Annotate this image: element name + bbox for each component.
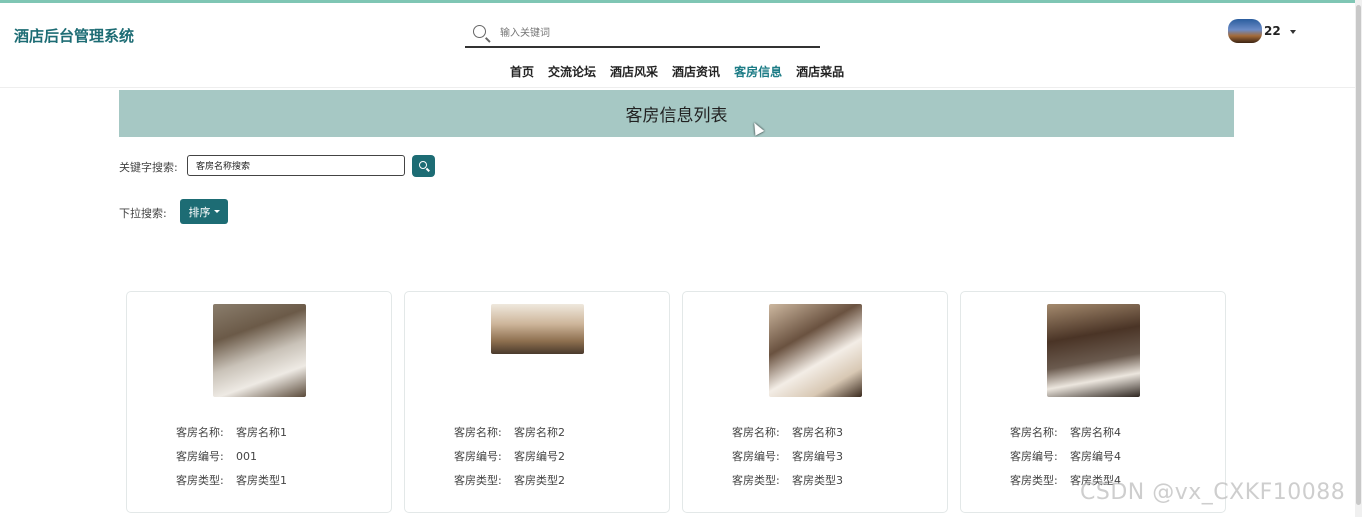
room-type-label: 客房类型:: [1010, 474, 1058, 487]
room-type-row: 客房类型: 客房类型1: [176, 472, 287, 488]
room-image[interactable]: [213, 304, 306, 397]
room-number-label: 客房编号:: [454, 450, 502, 463]
main-nav: 首页 交流论坛 酒店风采 酒店资讯 客房信息 酒店菜品: [510, 63, 844, 81]
nav-item-hotel-news[interactable]: 酒店资讯: [672, 63, 720, 81]
nav-item-room-info[interactable]: 客房信息: [734, 63, 782, 81]
room-number-label: 客房编号:: [176, 450, 224, 463]
room-number-value: 客房编号3: [792, 450, 843, 463]
room-number-row: 客房编号: 客房编号3: [732, 448, 843, 464]
room-image[interactable]: [491, 304, 584, 354]
room-type-label: 客房类型:: [176, 474, 224, 487]
page-title: 客房信息列表: [625, 106, 728, 126]
avatar[interactable]: [1228, 19, 1262, 43]
keyword-search-button[interactable]: [412, 155, 435, 177]
room-card[interactable]: 客房名称: 客房名称1 客房编号: 001 客房类型: 客房类型1: [126, 291, 392, 513]
room-name-row: 客房名称: 客房名称1: [176, 424, 287, 440]
search-icon[interactable]: [473, 25, 486, 38]
search-bar: [465, 20, 820, 48]
room-name-row: 客房名称: 客房名称3: [732, 424, 843, 440]
room-card[interactable]: 客房名称: 客房名称3 客房编号: 客房编号3 客房类型: 客房类型3: [682, 291, 948, 513]
chevron-down-icon[interactable]: [1290, 30, 1296, 34]
nav-item-hotel-dishes[interactable]: 酒店菜品: [796, 63, 844, 81]
room-image[interactable]: [1047, 304, 1140, 397]
keyword-search-label: 关键字搜索:: [119, 161, 178, 174]
room-number-value: 客房编号2: [514, 450, 565, 463]
room-name-label: 客房名称:: [454, 426, 502, 439]
sort-button-label: 排序: [188, 205, 211, 219]
nav-item-home[interactable]: 首页: [510, 63, 534, 81]
room-type-label: 客房类型:: [732, 474, 780, 487]
room-card[interactable]: 客房名称: 客房名称2 客房编号: 客房编号2 客房类型: 客房类型2: [404, 291, 670, 513]
caret-down-icon: [213, 210, 220, 213]
room-type-row: 客房类型: 客房类型3: [732, 472, 843, 488]
username[interactable]: 22: [1264, 24, 1281, 38]
room-name-label: 客房名称:: [1010, 426, 1058, 439]
page-banner: 客房信息列表: [119, 90, 1234, 137]
room-type-value: 客房类型1: [236, 474, 287, 487]
room-number-label: 客房编号:: [1010, 450, 1058, 463]
room-number-value: 客房编号4: [1070, 450, 1121, 463]
room-number-row: 客房编号: 客房编号2: [454, 448, 565, 464]
keyword-search-input[interactable]: [187, 155, 405, 176]
room-number-row: 客房编号: 001: [176, 448, 257, 464]
search-input[interactable]: [498, 23, 802, 43]
room-name-row: 客房名称: 客房名称4: [1010, 424, 1121, 440]
room-type-value: 客房类型3: [792, 474, 843, 487]
room-number-label: 客房编号:: [732, 450, 780, 463]
room-image[interactable]: [769, 304, 862, 397]
room-name-value: 客房名称3: [792, 426, 843, 439]
search-icon: [419, 161, 427, 169]
header: 酒店后台管理系统 22 首页 交流论坛 酒店风采 酒店资讯 客房信息 酒店菜品: [0, 3, 1362, 88]
room-number-value: 001: [236, 450, 257, 463]
room-name-label: 客房名称:: [732, 426, 780, 439]
room-number-row: 客房编号: 客房编号4: [1010, 448, 1121, 464]
room-name-value: 客房名称1: [236, 426, 287, 439]
watermark: CSDN @vx_CXKF10088: [1080, 480, 1346, 505]
room-type-label: 客房类型:: [454, 474, 502, 487]
room-name-row: 客房名称: 客房名称2: [454, 424, 565, 440]
room-name-value: 客房名称2: [514, 426, 565, 439]
room-type-row: 客房类型: 客房类型2: [454, 472, 565, 488]
room-name-label: 客房名称:: [176, 426, 224, 439]
dropdown-search-label: 下拉搜索:: [119, 207, 167, 220]
brand-title: 酒店后台管理系统: [14, 27, 135, 45]
room-name-value: 客房名称4: [1070, 426, 1121, 439]
scrollbar-thumb[interactable]: [1356, 5, 1361, 505]
nav-item-hotel-style[interactable]: 酒店风采: [610, 63, 658, 81]
sort-dropdown-button[interactable]: 排序: [180, 199, 228, 224]
nav-item-forum[interactable]: 交流论坛: [548, 63, 596, 81]
room-type-value: 客房类型2: [514, 474, 565, 487]
